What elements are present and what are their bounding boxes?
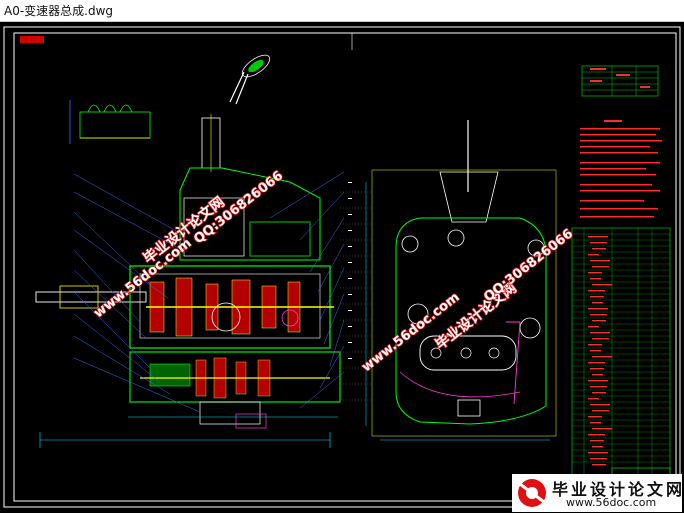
parts-list-row-text bbox=[588, 452, 608, 454]
technical-requirements-notes bbox=[580, 120, 662, 218]
parts-list-row-text bbox=[590, 386, 607, 388]
parts-list-row-text bbox=[590, 242, 607, 244]
logo-url: www.56doc.com bbox=[566, 496, 657, 509]
window-title: A0-变速器总成.dwg bbox=[4, 4, 114, 18]
parts-list-row-text bbox=[592, 446, 603, 448]
parts-list-row-text bbox=[590, 404, 610, 406]
window-title-bar: A0-变速器总成.dwg bbox=[0, 0, 684, 22]
parts-list-rows bbox=[572, 233, 670, 466]
parts-list-row-text bbox=[588, 308, 608, 310]
cad-drawing-viewport[interactable]: 毕业设计论文网 www.56doc.com QQ:306826066 毕业设计论… bbox=[0, 22, 684, 513]
parts-list-row-text bbox=[590, 296, 604, 298]
side-section-view bbox=[365, 120, 557, 441]
parts-list-row-text bbox=[592, 248, 606, 250]
parts-list-row-text bbox=[592, 374, 603, 376]
shift-lever-detail bbox=[229, 54, 271, 105]
parts-list-row-text bbox=[588, 434, 605, 436]
main-section-view bbox=[35, 114, 341, 448]
parts-list-row-text bbox=[588, 290, 605, 292]
parts-list-row-text bbox=[592, 320, 606, 322]
parts-list-row-text bbox=[592, 302, 603, 304]
parts-list-row-text bbox=[590, 458, 607, 460]
parts-list-row-text bbox=[588, 254, 599, 256]
drawing-outer-frame bbox=[3, 26, 681, 508]
parts-list-row-text bbox=[588, 344, 602, 346]
parts-list-row-text bbox=[590, 368, 604, 370]
parts-list-row-text bbox=[590, 332, 610, 334]
parts-list-row-text bbox=[588, 398, 599, 400]
parts-list-row-text bbox=[592, 284, 612, 286]
parts-list-row-text bbox=[590, 260, 610, 262]
parts-list-row-text bbox=[590, 440, 604, 442]
parts-list-table bbox=[571, 227, 671, 495]
drawing-inner-frame bbox=[13, 32, 677, 502]
parts-list-row-text bbox=[592, 392, 606, 394]
parts-list-row-text bbox=[588, 272, 602, 274]
parts-list-row-text bbox=[590, 314, 607, 316]
watermark-right: 毕业设计论文网 www.56doc.com QQ:306826066 bbox=[359, 226, 577, 376]
parts-list-row-text bbox=[590, 422, 601, 424]
footer-logo: 毕业设计论文网 www.56doc.com bbox=[512, 474, 682, 512]
cad-drawing-canvas: 毕业设计论文网 www.56doc.com QQ:306826066 毕业设计论… bbox=[3, 26, 681, 508]
leader-lines-right bbox=[269, 171, 345, 409]
parts-list-row-text bbox=[590, 350, 601, 352]
parts-list-row-text bbox=[588, 416, 602, 418]
parts-list-row-text bbox=[592, 464, 606, 466]
parts-list-row-text bbox=[590, 278, 601, 280]
parts-list-row-text bbox=[588, 326, 599, 328]
parts-list-row-text bbox=[592, 410, 609, 412]
parts-list-row-text bbox=[588, 236, 608, 238]
parts-list-row-text bbox=[592, 356, 612, 358]
leader-tick-column bbox=[348, 182, 352, 359]
parts-list-row-text bbox=[592, 428, 612, 430]
parts-list-row-text bbox=[588, 380, 608, 382]
detail-view-fork bbox=[69, 100, 151, 144]
specs-table bbox=[581, 65, 659, 97]
watermark-qq-right: QQ:306826066 bbox=[481, 226, 576, 305]
parts-list-row-text bbox=[592, 338, 609, 340]
parts-list-row-text bbox=[588, 362, 605, 364]
parts-list-row-text bbox=[592, 266, 609, 268]
frame-corner-tag bbox=[20, 36, 44, 43]
